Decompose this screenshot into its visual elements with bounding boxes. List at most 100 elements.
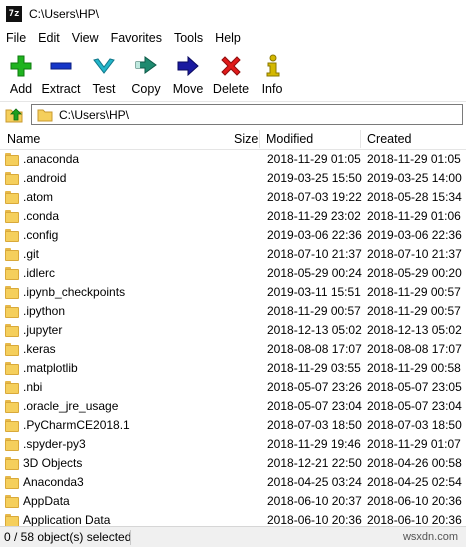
file-name: .ipynb_checkpoints: [23, 285, 126, 299]
file-name: 3D Objects: [23, 456, 83, 470]
menu-favorites[interactable]: Favorites: [105, 28, 168, 49]
file-modified: 2018-07-03 19:22: [267, 190, 362, 204]
file-list: Name Size Modified Created .anaconda 2018…: [0, 128, 466, 526]
file-row[interactable]: Anaconda3 2018-04-25 03:24 2018-04-25 02:5…: [0, 473, 466, 492]
folder-icon: [5, 457, 19, 470]
file-modified: 2019-03-25 15:50: [267, 171, 362, 185]
column-header-name[interactable]: Name: [7, 128, 247, 150]
extract-label: Extract: [41, 82, 81, 96]
file-name: .git: [23, 247, 40, 261]
file-name: .oracle_jre_usage: [23, 399, 119, 413]
file-name: .spyder-py3: [23, 437, 86, 451]
file-row[interactable]: .android 2019-03-25 15:50 2019-03-25 14:00: [0, 169, 466, 188]
menu-edit[interactable]: Edit: [32, 28, 66, 49]
file-row[interactable]: .jupyter 2018-12-13 05:02 2018-12-13 05:02: [0, 321, 466, 340]
folder-up-icon[interactable]: [3, 103, 25, 125]
file-row[interactable]: .spyder-py3 2018-11-29 19:46 2018-11-29 01…: [0, 435, 466, 454]
folder-icon: [5, 267, 19, 280]
file-row[interactable]: .anaconda 2018-11-29 01:05 2018-11-29 01:0…: [0, 150, 466, 169]
window-title: C:\Users\HP\: [29, 7, 100, 21]
file-row[interactable]: .conda 2018-11-29 23:02 2018-11-29 01:06: [0, 207, 466, 226]
address-bar: C:\Users\HP\: [0, 101, 466, 126]
move-label: Move: [172, 82, 204, 96]
file-row[interactable]: .keras 2018-08-08 17:07 2018-08-08 17:07: [0, 340, 466, 359]
file-row[interactable]: .atom 2018-07-03 19:22 2018-05-28 15:34: [0, 188, 466, 207]
file-name: .jupyter: [23, 323, 63, 337]
file-created: 2018-11-29 00:57: [367, 285, 461, 299]
x-icon: [219, 54, 243, 78]
file-row[interactable]: .git 2018-07-10 21:37 2018-07-10 21:37: [0, 245, 466, 264]
file-rows: .anaconda 2018-11-29 01:05 2018-11-29 01:0…: [0, 150, 466, 526]
file-created: 2018-06-10 20:36: [367, 513, 462, 526]
title-bar: 7z C:\Users\HP\: [0, 0, 466, 28]
column-divider[interactable]: [259, 130, 260, 148]
menu-file[interactable]: File: [0, 28, 32, 49]
file-row[interactable]: .idlerc 2018-05-29 00:24 2018-05-29 00:20: [0, 264, 466, 283]
file-modified: 2018-12-21 22:50: [267, 456, 362, 470]
file-modified: 2018-12-13 05:02: [267, 323, 362, 337]
delete-button[interactable]: Delete: [209, 54, 253, 100]
column-header-modified[interactable]: Modified: [266, 128, 356, 150]
file-row[interactable]: .oracle_jre_usage 2018-05-07 23:04 2018-05…: [0, 397, 466, 416]
column-divider[interactable]: [360, 130, 361, 148]
file-name: .atom: [23, 190, 54, 204]
file-created: 2018-05-29 00:20: [367, 266, 462, 280]
status-divider: [130, 530, 131, 545]
folder-icon: [37, 109, 53, 121]
folder-icon: [5, 476, 19, 489]
minus-icon: [49, 54, 73, 78]
file-name: .conda: [23, 209, 60, 223]
file-name: AppData: [23, 494, 70, 508]
file-created: 2018-05-28 15:34: [367, 190, 462, 204]
file-created: 2018-04-26 00:58: [367, 456, 462, 470]
file-name: .keras: [23, 342, 56, 356]
column-header-size[interactable]: Size: [234, 128, 258, 150]
status-bar: 0 / 58 object(s) selected wsxdn.com: [0, 526, 466, 547]
menu-help[interactable]: Help: [209, 28, 247, 49]
folder-icon: [5, 286, 19, 299]
test-button[interactable]: Test: [83, 54, 125, 100]
folder-icon: [5, 400, 19, 413]
list-header: Name Size Modified Created: [0, 128, 466, 150]
folder-icon: [5, 229, 19, 242]
file-created: 2018-11-29 00:58: [367, 361, 461, 375]
add-button[interactable]: Add: [3, 54, 39, 100]
checkmark-icon: [92, 54, 116, 78]
file-name: .nbi: [23, 380, 43, 394]
move-button[interactable]: Move: [167, 54, 209, 100]
file-created: 2018-11-29 01:06: [367, 209, 461, 223]
file-row[interactable]: 3D Objects 2018-12-21 22:50 2018-04-26 00:…: [0, 454, 466, 473]
file-row[interactable]: .matplotlib 2018-11-29 03:55 2018-11-29 00…: [0, 359, 466, 378]
file-created: 2018-11-29 01:05: [367, 152, 461, 166]
address-field[interactable]: C:\Users\HP\: [31, 104, 463, 125]
file-modified: 2018-11-29 23:02: [267, 209, 361, 223]
status-text: 0 / 58 object(s) selected: [4, 530, 132, 544]
extract-button[interactable]: Extract: [39, 54, 83, 100]
toolbar: Add Extract Test Copy Move Delete Info: [0, 49, 466, 101]
file-created: 2019-03-06 22:36: [367, 228, 462, 242]
column-header-created[interactable]: Created: [367, 128, 457, 150]
file-row[interactable]: .PyCharmCE2018.1 2018-07-03 18:50 2018-07-…: [0, 416, 466, 435]
menu-view[interactable]: View: [66, 28, 105, 49]
file-modified: 2018-11-29 03:55: [267, 361, 361, 375]
file-modified: 2018-08-08 17:07: [267, 342, 362, 356]
file-row[interactable]: AppData 2018-06-10 20:37 2018-06-10 20:36: [0, 492, 466, 511]
folder-icon: [5, 153, 19, 166]
copy-button[interactable]: Copy: [125, 54, 167, 100]
file-modified: 2018-05-07 23:26: [267, 380, 362, 394]
file-name: .ipython: [23, 304, 66, 318]
folder-icon: [5, 343, 19, 356]
info-button[interactable]: Info: [253, 54, 291, 100]
file-row[interactable]: .ipynb_checkpoints 2019-03-11 15:51 2018-1…: [0, 283, 466, 302]
file-created: 2018-04-25 02:54: [367, 475, 462, 489]
address-path: C:\Users\HP\: [59, 107, 130, 122]
file-row[interactable]: .nbi 2018-05-07 23:26 2018-05-07 23:05: [0, 378, 466, 397]
menu-tools[interactable]: Tools: [168, 28, 209, 49]
file-row[interactable]: Application Data 2018-06-10 20:36 2018-06-…: [0, 511, 466, 526]
file-name: Anaconda3: [23, 475, 84, 489]
file-row[interactable]: .ipython 2018-11-29 00:57 2018-11-29 00:57: [0, 302, 466, 321]
file-row[interactable]: .config 2019-03-06 22:36 2019-03-06 22:36: [0, 226, 466, 245]
file-modified: 2018-11-29 01:05: [267, 152, 361, 166]
file-name: .matplotlib: [23, 361, 78, 375]
arrow-right-icon: [176, 54, 200, 78]
